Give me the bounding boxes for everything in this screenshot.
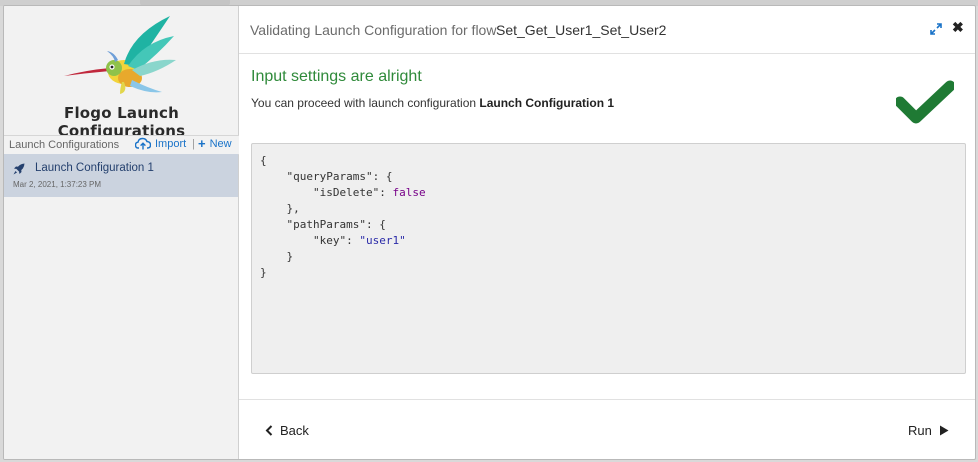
flow-name: Set_Get_User1_Set_User2 [496,22,667,38]
new-button[interactable]: + New [198,136,232,151]
chevron-left-icon [265,425,273,436]
json-line: }, [286,202,300,215]
settings-json-view: { "queryParams": { "isDelete": false }, … [251,143,966,374]
plus-icon: + [198,136,206,151]
config-name: Launch Configuration 1 [35,162,154,174]
dialog-header: Validating Launch Configuration for flow… [239,6,975,54]
import-label: Import [155,137,187,150]
back-label: Back [280,423,309,438]
json-line: "queryParams": { [286,170,393,183]
import-button[interactable]: Import [135,137,186,150]
json-key: "isDelete": [312,186,393,199]
header-separator: | [192,138,195,150]
run-label: Run [908,423,932,438]
expand-icon[interactable] [930,23,942,35]
cloud-upload-icon [135,137,151,150]
json-line: { [260,154,267,167]
play-icon [939,425,949,436]
status-title: Input settings are alright [251,68,422,85]
rocket-icon [13,163,25,175]
close-icon[interactable]: ✖ [952,20,964,34]
json-key: "key": [312,234,360,247]
status-config-name: Launch Configuration 1 [479,96,615,110]
status-message: You can proceed with launch configuratio… [251,96,614,110]
config-list-title: Launch Configurations [9,139,120,151]
list-item[interactable]: Launch Configuration 1 Mar 2, 2021, 1:37… [4,154,238,197]
json-value: false [392,186,426,199]
back-button[interactable]: Back [265,423,309,438]
json-code: { "queryParams": { "isDelete": false }, … [260,153,957,281]
header-label: Validating Launch Configuration for flow [250,22,497,38]
sidebar: Flogo Launch Configurations Launch Confi… [4,6,239,459]
json-line: "pathParams": { [286,218,386,231]
config-date: Mar 2, 2021, 1:37:23 PM [13,180,102,189]
new-label: New [209,138,232,150]
dialog-footer: Back Run [239,399,975,459]
json-line: } [286,250,294,263]
config-list-header: Launch Configurations Import | + New [4,135,239,155]
status-message-text: You can proceed with launch configuratio… [251,96,477,110]
run-button[interactable]: Run [908,423,949,438]
json-value: "user1" [359,234,406,247]
launch-config-dialog: Flogo Launch Configurations Launch Confi… [3,5,976,460]
json-line: } [260,266,267,279]
checkmark-icon [896,80,954,124]
hummingbird-logo [64,16,176,94]
main-panel: Validating Launch Configuration for flow… [239,6,975,459]
